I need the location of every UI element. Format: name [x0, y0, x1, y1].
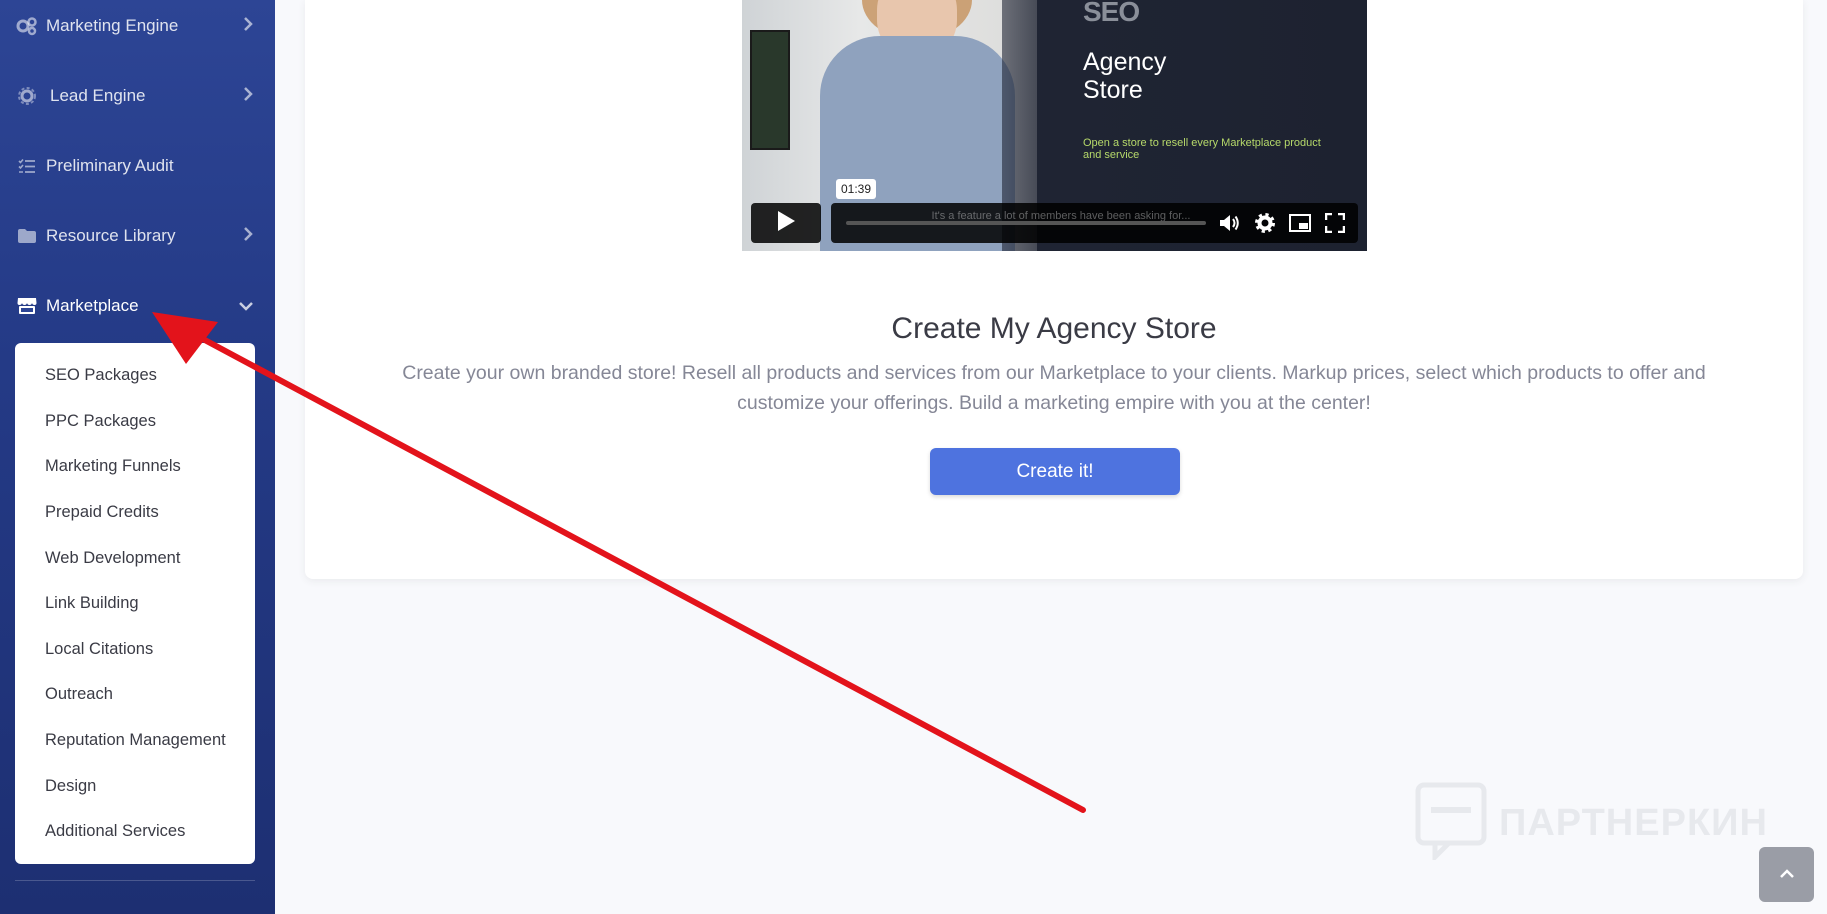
submenu-item-design[interactable]: Design [15, 763, 255, 809]
picture-in-picture-icon[interactable] [1288, 211, 1312, 235]
submenu-item-additional-services[interactable]: Additional Services [15, 809, 255, 855]
page-title: Create My Agency Store [891, 312, 1217, 345]
sidebar-item-label: Marketing Engine [46, 16, 179, 35]
fullscreen-icon[interactable] [1323, 211, 1347, 235]
marketplace-submenu: SEO Packages PPC Packages Marketing Funn… [15, 343, 255, 864]
scroll-to-top-button[interactable] [1759, 847, 1814, 902]
sidebar-item-label: Marketplace [46, 296, 139, 315]
sidebar-item-label: Lead Engine [50, 86, 146, 105]
submenu-item-local-citations[interactable]: Local Citations [15, 627, 255, 673]
submenu-item-reputation-management[interactable]: Reputation Management [15, 718, 255, 764]
create-store-button[interactable]: Create it! [930, 448, 1180, 495]
watermark-logo-icon [1415, 782, 1487, 865]
video-logo: SEO [1083, 0, 1140, 27]
chevron-right-icon [243, 86, 253, 106]
video-progress-track[interactable] [846, 221, 1206, 225]
video-time-badge: 01:39 [836, 179, 877, 199]
card-description: Create your own branded store! Resell al… [402, 362, 1706, 414]
store-icon [16, 295, 38, 317]
gears-icon [16, 15, 38, 37]
watermark-text: ПАРТНЕРКИН [1499, 802, 1768, 844]
settings-gear-icon[interactable] [1253, 211, 1277, 235]
video-subtitle: Open a store to resell every Marketplace… [1083, 137, 1321, 161]
list-check-icon [16, 155, 38, 177]
sidebar: Marketing Engine Lead Engine Preliminary… [0, 0, 275, 914]
sidebar-item-resource-library[interactable]: Resource Library [0, 208, 275, 264]
volume-icon[interactable] [1218, 211, 1242, 235]
submenu-item-seo-packages[interactable]: SEO Packages [15, 353, 255, 399]
video-title: Agency Store [1083, 48, 1166, 104]
submenu-item-marketing-funnels[interactable]: Marketing Funnels [15, 444, 255, 490]
sidebar-item-label: Resource Library [46, 226, 176, 245]
video-title-line2: Store [1083, 76, 1143, 104]
sidebar-item-preliminary-audit[interactable]: Preliminary Audit [0, 138, 275, 194]
submenu-item-prepaid-credits[interactable]: Prepaid Credits [15, 490, 255, 536]
video-controls: It's a feature a lot of members have bee… [751, 179, 1358, 243]
submenu-item-web-development[interactable]: Web Development [15, 535, 255, 581]
watermark: ПАРТНЕРКИН [1415, 782, 1768, 865]
video-plant-art [750, 30, 790, 150]
sidebar-divider [15, 880, 255, 881]
chevron-down-icon [239, 296, 253, 316]
chevron-right-icon [243, 16, 253, 36]
submenu-item-outreach[interactable]: Outreach [15, 672, 255, 718]
play-icon [776, 210, 796, 237]
folder-icon [16, 225, 38, 247]
chevron-up-icon [1779, 866, 1794, 884]
gear-icon [16, 85, 38, 107]
video-player[interactable]: SEO Agency Store Open a store to resell … [742, 0, 1367, 251]
submenu-item-link-building[interactable]: Link Building [15, 581, 255, 627]
video-title-line1: Agency [1083, 48, 1167, 76]
sidebar-item-marketplace[interactable]: Marketplace [0, 278, 275, 334]
sidebar-item-label: Preliminary Audit [46, 156, 174, 175]
chevron-right-icon [243, 226, 253, 246]
play-button[interactable] [751, 203, 821, 243]
submenu-item-ppc-packages[interactable]: PPC Packages [15, 399, 255, 445]
sidebar-item-lead-engine[interactable]: Lead Engine [0, 68, 275, 124]
sidebar-item-marketing-engine[interactable]: Marketing Engine [0, 0, 275, 54]
